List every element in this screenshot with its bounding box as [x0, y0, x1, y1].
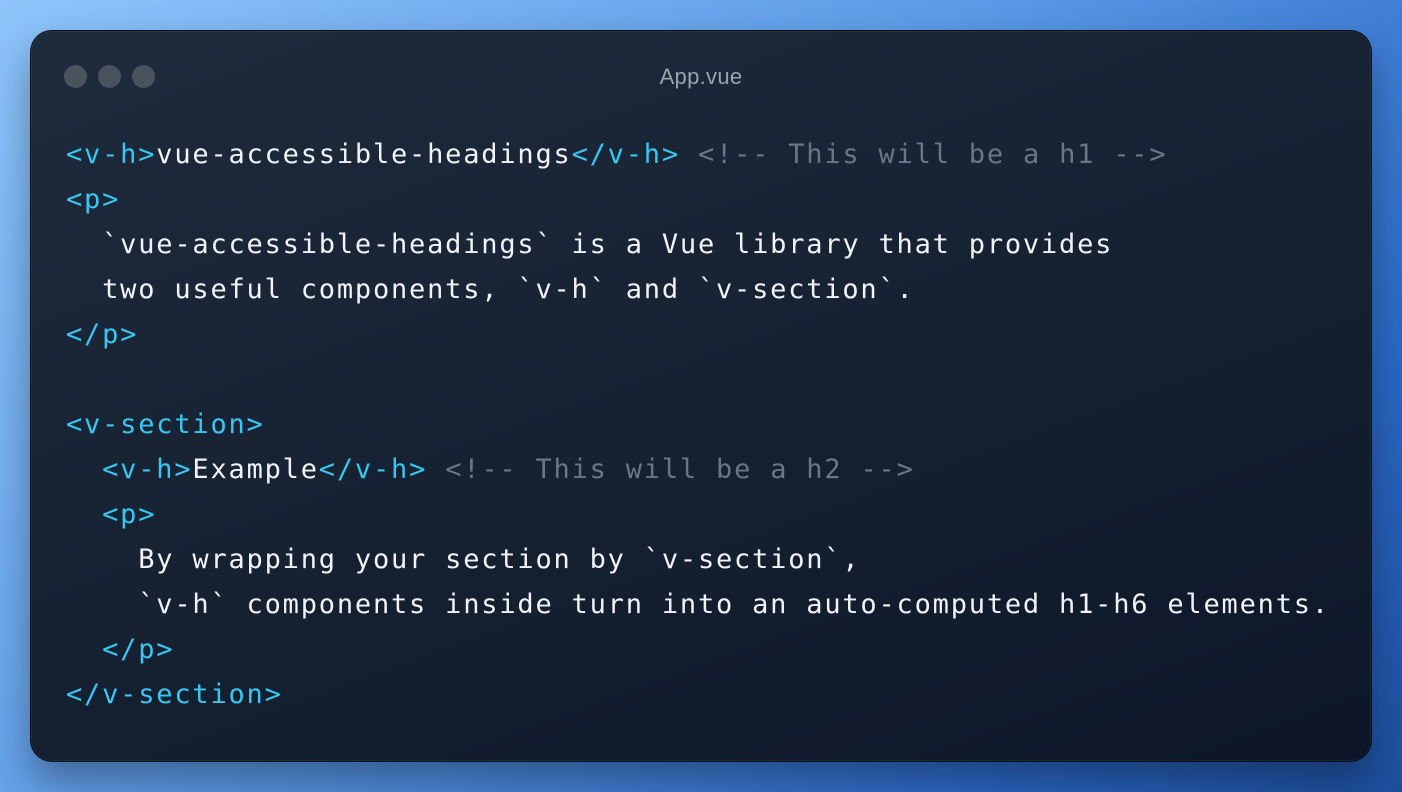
code-line: <v-h>Example</v-h> <!-- This will be a h… — [66, 447, 1330, 492]
code-line: <p> — [66, 492, 1330, 537]
code-tag: <v-h> — [66, 139, 157, 170]
code-tag: </p> — [102, 634, 175, 665]
code-tag: </v-h> — [571, 139, 680, 170]
code-tag: <v-section> — [66, 409, 265, 440]
code-tag: </v-section> — [66, 679, 283, 710]
code-line: </p> — [66, 627, 1330, 672]
code-tag: <p> — [102, 499, 157, 530]
code-block: <v-h>vue-accessible-headings</v-h> <!-- … — [66, 132, 1330, 717]
code-line: <v-section> — [66, 402, 1330, 447]
code-text: `vue-accessible-headings` is a Vue libra… — [66, 229, 1114, 260]
code-text: By wrapping your section by `v-section`, — [66, 544, 861, 575]
code-text: vue-accessible-headings — [156, 139, 572, 170]
code-line: <p> — [66, 177, 1330, 222]
code-text: `v-h` components inside turn into an aut… — [66, 589, 1330, 620]
code-tag: </v-h> — [318, 454, 428, 485]
code-line: <v-h>vue-accessible-headings</v-h> <!-- … — [66, 132, 1330, 177]
code-line: </p> — [66, 312, 1330, 357]
code-tag: </p> — [66, 319, 139, 350]
code-line: `vue-accessible-headings` is a Vue libra… — [66, 222, 1330, 267]
title-bar: App.vue — [31, 31, 1371, 123]
code-text: two useful components, `v-h` and `v-sect… — [66, 274, 915, 305]
window-title: App.vue — [659, 64, 743, 89]
code-text: Example — [192, 454, 319, 485]
code-tag: <p> — [66, 184, 121, 215]
code-line: `v-h` components inside turn into an aut… — [66, 582, 1330, 627]
code-line: </v-section> — [66, 672, 1330, 717]
code-window: App.vue <v-h>vue-accessible-headings</v-… — [30, 30, 1372, 762]
code-comment: <!-- This will be a h2 --> — [445, 454, 915, 485]
code-comment: <!-- This will be a h1 --> — [697, 139, 1168, 170]
code-line: two useful components, `v-h` and `v-sect… — [66, 267, 1330, 312]
code-line: By wrapping your section by `v-section`, — [66, 537, 1330, 582]
code-tag: <v-h> — [102, 454, 193, 485]
